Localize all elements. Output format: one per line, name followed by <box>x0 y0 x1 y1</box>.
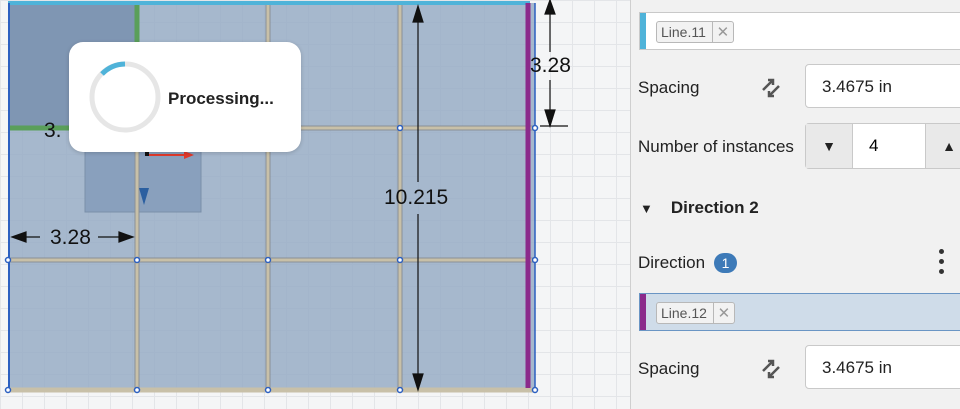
dimension-label-vertical-spacing[interactable]: 3.28 <box>530 55 571 76</box>
selection-chip-line-12[interactable]: Line.12 ✕ <box>656 302 735 324</box>
chip-label: Line.11 <box>661 24 706 40</box>
direction-label: Direction <box>638 253 706 272</box>
selection-color-accent <box>640 13 646 49</box>
dimension-label-partial[interactable]: 3. <box>44 120 62 141</box>
selection-chip-line-11[interactable]: Line.11 ✕ <box>656 21 734 43</box>
sketch-canvas[interactable]: 3.28 3.28 10.215 3. Processing... <box>0 0 630 409</box>
more-options-icon[interactable] <box>939 249 947 277</box>
instances-label: Number of instances <box>638 137 794 156</box>
loading-spinner-icon <box>89 61 161 133</box>
swap-direction-icon[interactable] <box>759 76 783 100</box>
preview-region <box>84 149 202 213</box>
processing-text: Processing... <box>168 89 274 108</box>
remove-chip-icon[interactable]: ✕ <box>712 303 734 323</box>
remove-chip-icon[interactable]: ✕ <box>711 22 733 42</box>
processing-toast: Processing... <box>69 42 301 152</box>
decrement-button[interactable]: ▼ <box>806 124 852 168</box>
instances-stepper[interactable]: ▼ 4 ▲ <box>805 123 960 169</box>
section-title: Direction 2 <box>670 198 759 217</box>
pattern-properties-panel: Line.11 ✕ Spacing 3.4675 in Number of in… <box>630 0 960 409</box>
chip-label: Line.12 <box>661 305 707 321</box>
direction-1-selection-field[interactable]: Line.11 ✕ <box>639 12 960 50</box>
spacing-input[interactable]: 3.4675 in <box>805 345 960 389</box>
spacing-input[interactable]: 3.4675 in <box>805 64 960 108</box>
selection-count-badge: 1 <box>714 253 737 273</box>
swap-direction-icon[interactable] <box>759 357 783 381</box>
selection-color-accent <box>640 294 646 330</box>
collapse-triangle-icon[interactable]: ▼ <box>640 201 653 216</box>
increment-button[interactable]: ▲ <box>926 124 960 168</box>
dimension-label-height[interactable]: 10.215 <box>384 187 448 208</box>
spacing-label: Spacing <box>638 359 700 378</box>
dimension-label-horizontal-spacing[interactable]: 3.28 <box>50 227 91 248</box>
instances-input[interactable]: 4 <box>852 124 926 168</box>
spacing-label: Spacing <box>638 78 700 97</box>
direction-2-selection-field[interactable]: Line.12 ✕ <box>639 293 960 331</box>
direction-2-section-header[interactable]: ▼ Direction 2 <box>640 198 759 218</box>
